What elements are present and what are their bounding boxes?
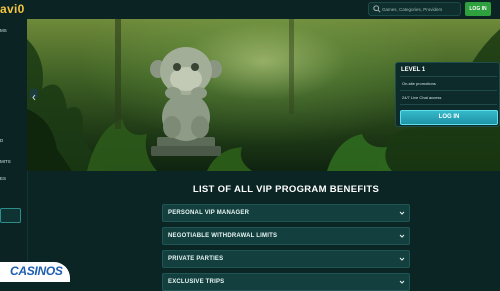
accordion-item[interactable]: EXCLUSIVE TRIPS	[162, 273, 410, 291]
level-benefit: On-site promotions	[402, 81, 436, 86]
accordion-item[interactable]: PRIVATE PARTIES	[162, 250, 410, 268]
top-bar: avi0 LOG IN	[0, 0, 500, 20]
divider	[400, 104, 497, 105]
accordion-item[interactable]: PERSONAL VIP MANAGER	[162, 204, 410, 222]
sidebar-item[interactable]: D	[0, 138, 25, 143]
sidebar-item[interactable]: MITS	[0, 159, 25, 164]
chevron-down-icon	[399, 280, 405, 284]
watermark-logo: CASINOS	[10, 264, 63, 278]
section-title: LIST OF ALL VIP PROGRAM BENEFITS	[192, 184, 380, 195]
carousel-prev-button[interactable]	[30, 89, 38, 101]
level-login-button[interactable]: LOG IN	[400, 110, 498, 125]
search-box[interactable]	[368, 2, 461, 16]
search-icon	[373, 5, 381, 13]
level-card: LEVEL 1 On-site promotions 24/7 Live Cha…	[395, 62, 500, 127]
accordion-label: NEGOTIABLE WITHDRAWAL LIMITS	[168, 233, 278, 239]
login-button[interactable]: LOG IN	[465, 2, 491, 16]
sidebar: MS D MITS ES	[0, 19, 28, 282]
divider	[400, 76, 497, 77]
sidebar-item[interactable]: ES	[0, 176, 25, 181]
level-title: LEVEL 1	[401, 67, 426, 73]
chevron-left-icon	[32, 94, 36, 101]
search-input[interactable]	[382, 3, 460, 15]
sidebar-item[interactable]: MS	[0, 28, 25, 33]
accordion-label: EXCLUSIVE TRIPS	[168, 279, 225, 285]
chevron-down-icon	[399, 257, 405, 261]
level-benefit: 24/7 Live Chat access	[402, 95, 442, 100]
chevron-down-icon	[399, 211, 405, 215]
accordion-label: PERSONAL VIP MANAGER	[168, 210, 250, 216]
chevron-down-icon	[399, 234, 405, 238]
sidebar-button[interactable]	[0, 208, 21, 223]
accordion-item[interactable]: NEGOTIABLE WITHDRAWAL LIMITS	[162, 227, 410, 245]
site-logo[interactable]: avi0	[0, 2, 25, 16]
accordion-label: PRIVATE PARTIES	[168, 256, 224, 262]
divider	[400, 90, 497, 91]
